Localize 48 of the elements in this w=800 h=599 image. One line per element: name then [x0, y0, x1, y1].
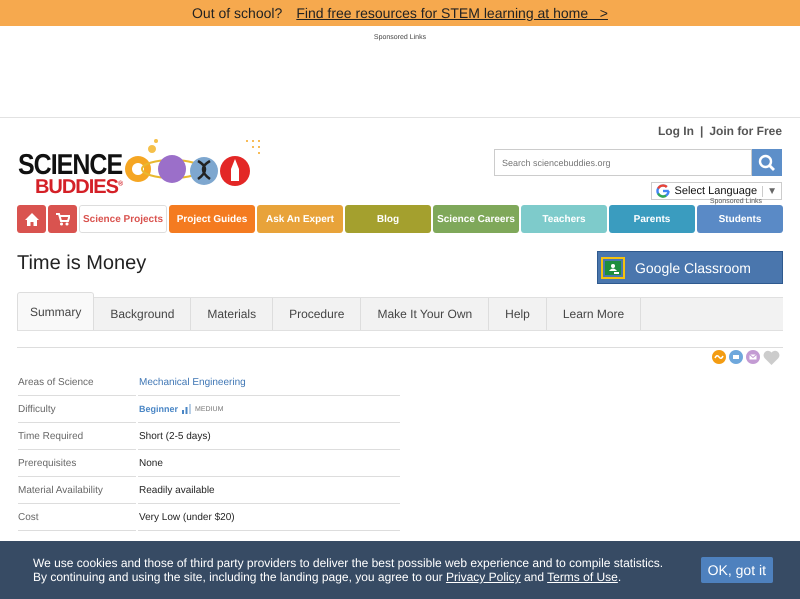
search-field[interactable]: Search sciencebuddies.org: [494, 149, 752, 176]
tab[interactable]: Materials: [191, 298, 274, 330]
separator: |: [700, 124, 704, 138]
field-label: Difficulty: [18, 396, 136, 423]
promo-text: Out of school?: [192, 5, 282, 21]
email-icon[interactable]: [746, 350, 760, 364]
field-label: Cost: [18, 504, 136, 531]
nav-tab[interactable]: Science Projects: [79, 205, 167, 233]
cookie-message: By continuing and using the site, including the landing page, you agree to our Privacy Policy and Terms of Use.: [33, 570, 622, 584]
nav-tab[interactable]: [48, 205, 77, 233]
google-classroom-button[interactable]: Google Classroom: [597, 251, 783, 284]
join-link[interactable]: Join for Free: [709, 124, 782, 138]
page-title: Time is Money: [17, 252, 146, 275]
cookie-message: We use cookies and those of third party providers to deliver the best possible web experience and to compile statistics.: [33, 556, 664, 570]
nav-tab[interactable]: Students: [697, 205, 783, 233]
tab[interactable]: Learn More: [546, 298, 642, 330]
login-link[interactable]: Log In: [658, 124, 694, 138]
heart-icon[interactable]: [763, 350, 780, 364]
nav-tab[interactable]: [17, 205, 46, 233]
field-value: Short (2-5 days): [138, 423, 400, 450]
home-icon: [24, 212, 38, 226]
tab[interactable]: Background: [94, 298, 192, 330]
accept-cookies-button[interactable]: OK, got it: [700, 557, 773, 583]
search-button[interactable]: [752, 149, 782, 176]
field-label: Time Required: [18, 423, 136, 450]
field-value: Readily available: [138, 477, 400, 504]
field-value: Very Low (under $20): [138, 504, 400, 531]
tab[interactable]: Summary: [17, 292, 94, 330]
tab[interactable]: Help: [489, 298, 547, 330]
share-icon[interactable]: [712, 350, 726, 364]
field-label: Material Availability: [18, 477, 136, 504]
google-g-icon: [656, 184, 670, 198]
difficulty-bars-icon: [182, 404, 192, 414]
search-icon: [758, 154, 776, 172]
cart-icon: [56, 212, 70, 226]
privacy-policy-link[interactable]: Privacy Policy: [446, 570, 521, 584]
print-icon[interactable]: [729, 350, 743, 364]
tab[interactable]: Procedure: [273, 298, 362, 330]
classroom-icon: [601, 256, 625, 278]
field-label: Prerequisites: [18, 450, 136, 477]
field-value: None: [138, 450, 400, 477]
promo-link[interactable]: Find free resources for STEM learning at home >: [296, 5, 608, 21]
field-label: Areas of Science: [18, 369, 136, 396]
tab[interactable]: Make It Your Own: [361, 298, 490, 330]
logo[interactable]: SCIENCE BUDDIES$^{®}$: [18, 139, 270, 197]
science-area-link[interactable]: Mechanical Engineering: [138, 369, 400, 396]
difficulty-link[interactable]: Beginner: [139, 404, 178, 414]
terms-of-use-link[interactable]: Terms of Use: [547, 570, 618, 584]
